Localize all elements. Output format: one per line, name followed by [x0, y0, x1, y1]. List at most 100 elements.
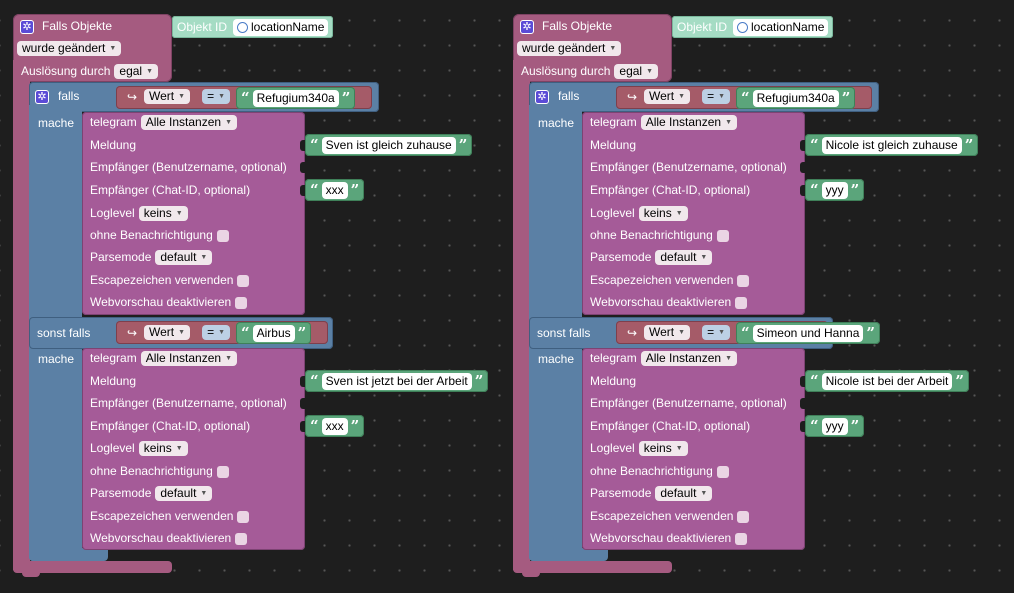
do-label: mache: [38, 352, 75, 366]
instance-dropdown[interactable]: Alle Instanzen ▼: [140, 115, 238, 130]
webpreview-checkbox[interactable]: [735, 296, 748, 309]
object-id-field[interactable]: locationName: [233, 18, 329, 36]
parsemode-dropdown[interactable]: default ▼: [655, 250, 713, 265]
escape-checkbox[interactable]: [237, 510, 250, 523]
no-notify-checkbox[interactable]: [716, 465, 729, 478]
chat-id-text-block[interactable]: “ xxx ”: [305, 415, 365, 437]
quote-open: “: [810, 181, 819, 199]
chat-id-text-block[interactable]: “ yyy ”: [805, 179, 865, 201]
gear-icon[interactable]: ✲: [520, 19, 534, 34]
parsemode-dropdown[interactable]: default ▼: [155, 486, 213, 501]
telegram-label: telegram: [90, 115, 137, 129]
return-arrow-icon: ↪: [626, 89, 638, 104]
trigger-by-label: Auslösung durch: [521, 64, 611, 78]
chevron-down-icon: ▼: [225, 355, 233, 362]
value-label: Wert: [149, 89, 175, 103]
elseif-compare-value[interactable]: Airbus: [252, 324, 295, 342]
gear-icon[interactable]: ✲: [535, 89, 549, 104]
trigger-by-dropdown[interactable]: egal ▼: [114, 64, 159, 79]
message-text-block[interactable]: “ Nicole ist bei der Arbeit ”: [805, 370, 970, 392]
loglevel-dropdown[interactable]: keins ▼: [638, 441, 688, 456]
trigger-by-dropdown[interactable]: egal ▼: [614, 64, 659, 79]
text-block[interactable]: “ Airbus ”: [236, 322, 312, 344]
instance-dropdown[interactable]: Alle Instanzen ▼: [640, 351, 738, 366]
trigger-event-dropdown[interactable]: wurde geändert ▼: [517, 41, 622, 56]
telegram-label: telegram: [90, 351, 137, 365]
webpreview-checkbox[interactable]: [235, 532, 248, 545]
escape-checkbox[interactable]: [737, 510, 750, 523]
quote-open: “: [310, 372, 319, 390]
object-id-field[interactable]: locationName: [733, 18, 829, 36]
message-value[interactable]: Nicole ist gleich zuhause: [821, 136, 962, 154]
parsemode-value: default: [660, 250, 697, 264]
loglevel-dropdown[interactable]: keins ▼: [638, 206, 688, 221]
loglevel-dropdown[interactable]: keins ▼: [138, 441, 188, 456]
chevron-down-icon: ▼: [700, 254, 708, 261]
chat-id-value[interactable]: xxx: [321, 181, 348, 199]
value-dropdown[interactable]: Wert ▼: [644, 325, 691, 340]
text-block[interactable]: “ Simeon und Hanna ”: [736, 322, 881, 344]
trigger-event-dropdown[interactable]: wurde geändert ▼: [17, 41, 122, 56]
message-text-block[interactable]: “ Nicole ist gleich zuhause ”: [805, 134, 979, 156]
message-label: Meldung: [90, 374, 137, 388]
quote-close: ”: [341, 89, 351, 107]
webpreview-checkbox[interactable]: [235, 296, 248, 309]
webpreview-checkbox[interactable]: [735, 532, 748, 545]
no-notify-checkbox[interactable]: [716, 229, 729, 242]
operator-value: =: [207, 89, 215, 103]
parsemode-label: Parsemode: [90, 250, 152, 264]
message-value[interactable]: Sven ist jetzt bei der Arbeit: [321, 372, 472, 390]
message-text-block[interactable]: “ Sven ist jetzt bei der Arbeit ”: [305, 370, 489, 392]
quote-close: ”: [850, 417, 860, 435]
operator-dropdown[interactable]: = ▼: [702, 325, 731, 340]
parsemode-dropdown[interactable]: default ▼: [155, 250, 213, 265]
text-block[interactable]: “ Refugium340a ”: [736, 87, 856, 109]
chat-id-value[interactable]: xxx: [321, 417, 348, 435]
chat-id-value[interactable]: yyy: [821, 417, 848, 435]
chat-id-value[interactable]: yyy: [821, 181, 848, 199]
escape-label: Escapezeichen verwenden: [90, 273, 234, 287]
message-value[interactable]: Sven ist gleich zuhause: [321, 136, 456, 154]
elseif-compare-value[interactable]: Simeon und Hanna: [752, 324, 864, 342]
object-id-block[interactable]: Objekt ID locationName: [672, 16, 834, 38]
object-id-block[interactable]: Objekt ID locationName: [172, 16, 334, 38]
if-compare-value[interactable]: Refugium340a: [752, 89, 839, 107]
message-text-block[interactable]: “ Sven ist gleich zuhause ”: [305, 134, 473, 156]
chevron-down-icon: ▼: [718, 93, 726, 100]
operator-dropdown[interactable]: = ▼: [702, 89, 731, 104]
parsemode-value: default: [660, 486, 697, 500]
escape-checkbox[interactable]: [737, 274, 750, 287]
if-compare-value[interactable]: Refugium340a: [252, 89, 339, 107]
if-label: falls: [58, 89, 80, 103]
chat-id-text-block[interactable]: “ xxx ”: [305, 179, 365, 201]
instance-value: Alle Instanzen: [645, 351, 722, 365]
value-dropdown[interactable]: Wert ▼: [144, 89, 191, 104]
blockly-workspace[interactable]: ✲ Falls Objekte Objekt ID locationName w…: [0, 0, 1014, 593]
instance-dropdown[interactable]: Alle Instanzen ▼: [140, 351, 238, 366]
trigger-by-value: egal: [119, 64, 143, 78]
object-id-label: Objekt ID: [177, 19, 228, 34]
loglevel-label: Loglevel: [590, 206, 635, 220]
operator-dropdown[interactable]: = ▼: [202, 89, 231, 104]
chevron-down-icon: ▼: [225, 119, 233, 126]
do-label: mache: [538, 116, 575, 130]
value-dropdown[interactable]: Wert ▼: [144, 325, 191, 340]
quote-open: “: [241, 324, 250, 342]
instance-dropdown[interactable]: Alle Instanzen ▼: [640, 115, 738, 130]
chevron-down-icon: ▼: [609, 45, 617, 52]
gear-icon[interactable]: ✲: [35, 89, 49, 104]
chevron-down-icon: ▼: [146, 68, 154, 75]
parsemode-dropdown[interactable]: default ▼: [655, 486, 713, 501]
escape-checkbox[interactable]: [237, 274, 250, 287]
escape-label: Escapezeichen verwenden: [590, 509, 734, 523]
no-notify-checkbox[interactable]: [216, 465, 229, 478]
no-notify-checkbox[interactable]: [216, 229, 229, 242]
gear-icon[interactable]: ✲: [20, 19, 34, 34]
operator-dropdown[interactable]: = ▼: [202, 325, 231, 340]
parsemode-value: default: [160, 250, 197, 264]
loglevel-dropdown[interactable]: keins ▼: [138, 206, 188, 221]
text-block[interactable]: “ Refugium340a ”: [236, 87, 356, 109]
chat-id-text-block[interactable]: “ yyy ”: [805, 415, 865, 437]
value-dropdown[interactable]: Wert ▼: [644, 89, 691, 104]
message-value[interactable]: Nicole ist bei der Arbeit: [821, 372, 953, 390]
